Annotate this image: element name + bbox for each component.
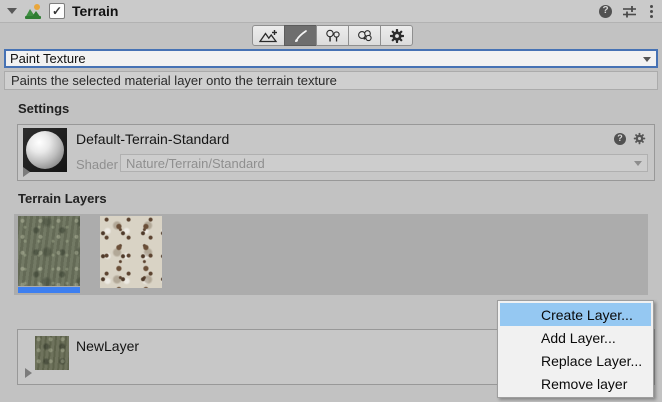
- terrain-tool-bar: [252, 25, 413, 46]
- shader-value: Nature/Terrain/Standard: [126, 156, 265, 171]
- component-foldout-icon[interactable]: [7, 8, 17, 14]
- paint-mode-value: Paint Texture: [10, 51, 86, 66]
- material-preview: [23, 128, 67, 172]
- paint-mode-dropdown[interactable]: Paint Texture: [4, 49, 658, 68]
- menu-item-add-layer[interactable]: Add Layer...: [500, 326, 651, 349]
- chevron-down-icon: [643, 57, 651, 62]
- paint-trees-button[interactable]: [316, 25, 349, 46]
- new-layer-name: NewLayer: [76, 338, 139, 354]
- material-foldout-icon[interactable]: [23, 167, 30, 177]
- new-layer-thumbnail: [35, 336, 69, 370]
- grass-details-icon: [356, 29, 374, 43]
- selected-layer-indicator: [18, 287, 80, 293]
- terrain-layers-section-label: Terrain Layers: [18, 191, 107, 206]
- layer-context-menu: Create Layer... Add Layer... Replace Lay…: [497, 300, 654, 398]
- terrain-layer-grass-thumbnail[interactable]: [18, 216, 80, 286]
- tree-icon: [324, 29, 342, 43]
- material-element: Default-Terrain-Standard ? Shader Nature…: [17, 124, 655, 181]
- mode-help-box: Paints the selected material layer onto …: [4, 71, 658, 90]
- terrain-inspector: ✓ Terrain ?: [0, 0, 662, 402]
- terrain-layer-rock-thumbnail[interactable]: [100, 216, 162, 288]
- mode-help-text: Paints the selected material layer onto …: [11, 73, 337, 88]
- help-icon[interactable]: ?: [599, 5, 612, 18]
- terrain-settings-button[interactable]: [380, 25, 413, 46]
- component-title: Terrain: [72, 3, 118, 19]
- create-neighbor-terrains-button[interactable]: [252, 25, 285, 46]
- component-header: ✓ Terrain ?: [0, 0, 662, 23]
- mountain-plus-icon: [259, 29, 279, 43]
- component-enabled-checkbox[interactable]: ✓: [49, 3, 65, 19]
- material-help-icon[interactable]: ?: [614, 133, 626, 145]
- presets-icon[interactable]: [622, 5, 637, 18]
- material-gear-icon[interactable]: [633, 132, 646, 145]
- paintbrush-icon: [292, 29, 310, 43]
- gear-icon: [389, 28, 405, 44]
- material-name: Default-Terrain-Standard: [76, 131, 229, 147]
- shader-label: Shader: [76, 157, 118, 172]
- shader-dropdown: Nature/Terrain/Standard: [120, 154, 648, 172]
- terrain-component-icon: [25, 4, 42, 19]
- settings-section-label: Settings: [18, 101, 69, 116]
- menu-item-replace-layer[interactable]: Replace Layer...: [500, 349, 651, 372]
- chevron-down-icon: [634, 161, 642, 166]
- terrain-layers-palette: [14, 214, 648, 295]
- more-menu-icon[interactable]: [647, 4, 656, 19]
- new-layer-foldout-icon[interactable]: [25, 368, 32, 378]
- menu-item-create-layer[interactable]: Create Layer...: [500, 303, 651, 326]
- paint-terrain-button[interactable]: [284, 25, 317, 46]
- menu-item-remove-layer[interactable]: Remove layer: [500, 372, 651, 395]
- paint-details-button[interactable]: [348, 25, 381, 46]
